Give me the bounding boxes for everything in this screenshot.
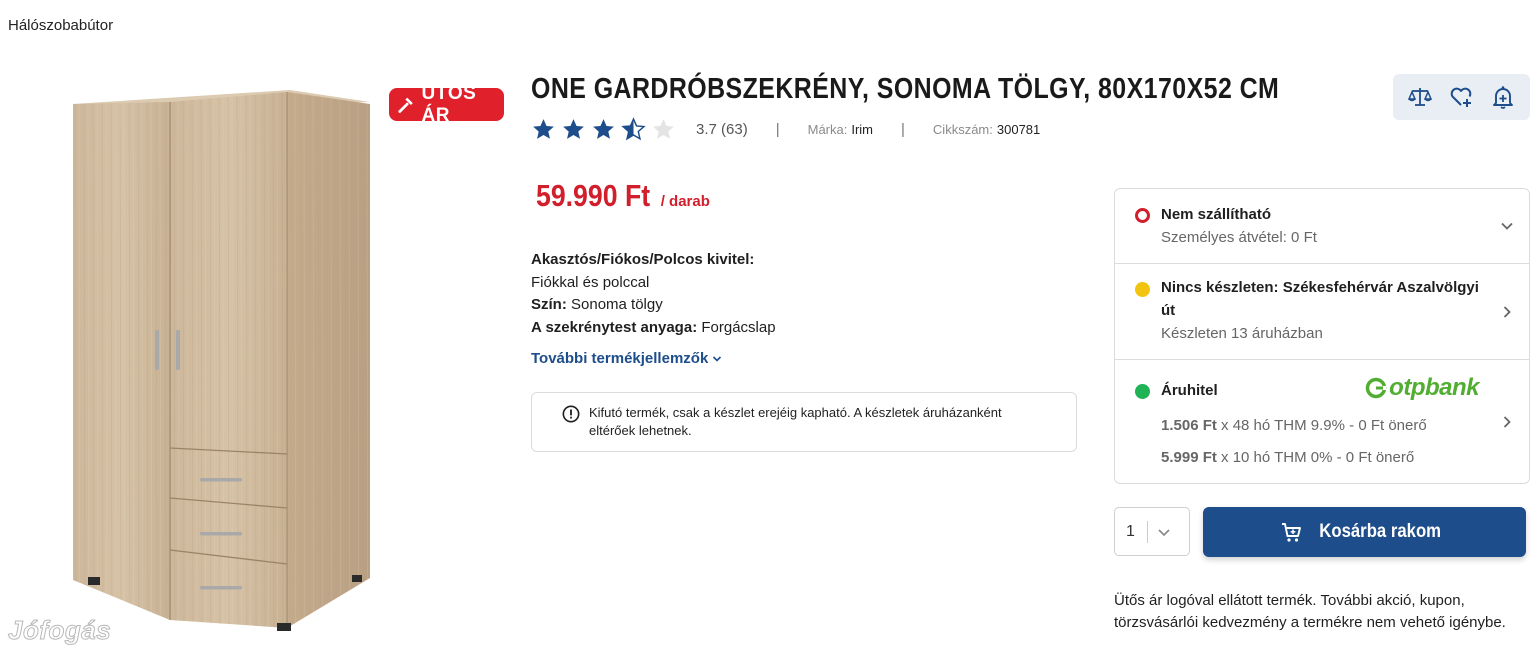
product-actions <box>1393 74 1530 120</box>
product-title: ONE GARDRÓBSZEKRÉNY, SONOMA TÖLGY, 80X17… <box>531 73 1280 105</box>
credit-amount: 5.999 Ft <box>1161 449 1217 466</box>
watermark-logo: Jófogás <box>7 615 112 646</box>
cart-plus-icon <box>1281 523 1301 542</box>
credit-title: Áruhitel <box>1161 382 1218 399</box>
credit-amount: 1.506 Ft <box>1161 417 1217 434</box>
status-circle-icon <box>1135 208 1150 223</box>
price-value: 59.990 Ft <box>536 178 651 213</box>
rating-row: 3.7 (63) | Márka: Irim | Cikkszám: 30078… <box>531 116 1040 142</box>
separator: | <box>775 120 780 138</box>
spec-value: Forgácslap <box>701 319 776 337</box>
notice-text: Kifutó termék, csak a készlet erejéig ka… <box>589 405 1002 438</box>
spec-item: A szekrénytest anyaga: Forgácslap <box>531 317 776 340</box>
status-dot-icon <box>1135 384 1150 399</box>
spec-label: A szekrénytest anyaga: <box>531 319 698 337</box>
otpbank-label: otpbank <box>1389 374 1479 401</box>
stock-row[interactable]: Nincs készleten: Székesfehérvár Aszalvöl… <box>1115 264 1529 360</box>
info-circle-icon <box>562 405 580 423</box>
chevron-down-icon <box>1501 222 1513 230</box>
price-unit: / darab <box>660 193 710 210</box>
spec-label: Akasztós/Fiókos/Polcos kivitel: <box>531 251 755 268</box>
stock-sub: Készleten 13 áruházban <box>1161 325 1323 342</box>
status-dot-icon <box>1135 282 1150 297</box>
hammer-icon <box>398 97 413 113</box>
deal-badge: ÜTŐS ÁR <box>389 83 504 126</box>
credit-row[interactable]: Áruhitel otpbank 1.506 Ft x 48 hó THM 9.… <box>1115 360 1529 484</box>
heart-plus-icon[interactable] <box>1448 84 1474 110</box>
notice-box: Kifutó termék, csak a készlet erejéig ka… <box>531 392 1077 452</box>
availability-panel: Nem szállítható Személyes átvétel: 0 Ft … <box>1114 188 1530 484</box>
compare-icon[interactable] <box>1407 84 1433 110</box>
spec-label: Szín: <box>531 296 567 314</box>
rating-stars[interactable] <box>531 116 676 142</box>
star-full-icon <box>593 118 614 139</box>
product-image[interactable] <box>55 80 385 640</box>
spec-item: Szín: Sonoma tölgy <box>531 294 776 317</box>
star-full-icon <box>563 118 584 139</box>
brand-label: Márka: <box>807 121 848 137</box>
more-specs-link[interactable]: További termékjellemzők <box>531 350 722 367</box>
quantity-select[interactable]: 1 <box>1114 507 1190 556</box>
chevron-right-icon <box>1503 306 1511 318</box>
spec-value: Fiókkal és polccal <box>531 273 650 291</box>
add-to-cart-label: Kosárba rakom <box>1319 521 1441 542</box>
otp-logo-icon <box>1365 377 1387 399</box>
sku-value: 300781 <box>996 121 1041 137</box>
wardrobe-image <box>73 90 370 631</box>
star-empty-icon <box>653 118 674 139</box>
credit-terms: x 48 hó THM 9.9% - 0 Ft önerő <box>1216 417 1427 434</box>
add-to-cart-button[interactable]: Kosárba rakom <box>1203 507 1526 557</box>
star-half-icon <box>621 116 646 140</box>
rating-text[interactable]: 3.7 (63) <box>696 121 748 138</box>
spec-value: Sonoma tölgy <box>571 296 663 314</box>
breadcrumb[interactable]: Hálószobabútor <box>8 17 113 34</box>
bell-plus-icon[interactable] <box>1490 84 1516 110</box>
stock-title-line1: Nincs készleten: Székesfehérvár Aszalvöl… <box>1161 279 1479 296</box>
delivery-sub: Személyes átvétel: 0 Ft <box>1161 229 1317 246</box>
separator: | <box>901 120 905 138</box>
delivery-title: Nem szállítható <box>1161 206 1272 223</box>
deal-disclaimer: Ütős ár logóval ellátott termék. További… <box>1114 592 1506 631</box>
deal-badge-label: ÜTŐS ÁR <box>421 82 477 126</box>
chevron-down-icon <box>713 355 722 362</box>
credit-option-1: 1.506 Ft x 48 hó THM 9.9% - 0 Ft önerő <box>1161 417 1427 434</box>
sku-label: Cikkszám: <box>932 121 993 137</box>
quantity-value: 1 <box>1126 522 1135 540</box>
spec-item: Akasztós/Fiókos/Polcos kivitel: <box>531 249 776 272</box>
delivery-row[interactable]: Nem szállítható Személyes átvétel: 0 Ft <box>1115 189 1529 264</box>
product-specs: Akasztós/Fiókos/Polcos kivitel: Fiókkal … <box>531 249 776 340</box>
divider <box>1146 520 1148 543</box>
chevron-right-icon <box>1503 416 1511 428</box>
brand-value[interactable]: Irim <box>851 122 873 137</box>
price: 59.990 Ft / darab <box>536 178 710 214</box>
credit-terms: x 10 hó THM 0% - 0 Ft önerő <box>1216 449 1415 466</box>
otpbank-logo: otpbank <box>1365 374 1479 402</box>
credit-option-2: 5.999 Ft x 10 hó THM 0% - 0 Ft önerő <box>1161 449 1414 466</box>
star-full-icon <box>533 118 554 139</box>
chevron-down-icon <box>1158 528 1170 536</box>
more-specs-label: További termékjellemzők <box>531 350 709 367</box>
stock-title-line2: út <box>1161 302 1176 319</box>
